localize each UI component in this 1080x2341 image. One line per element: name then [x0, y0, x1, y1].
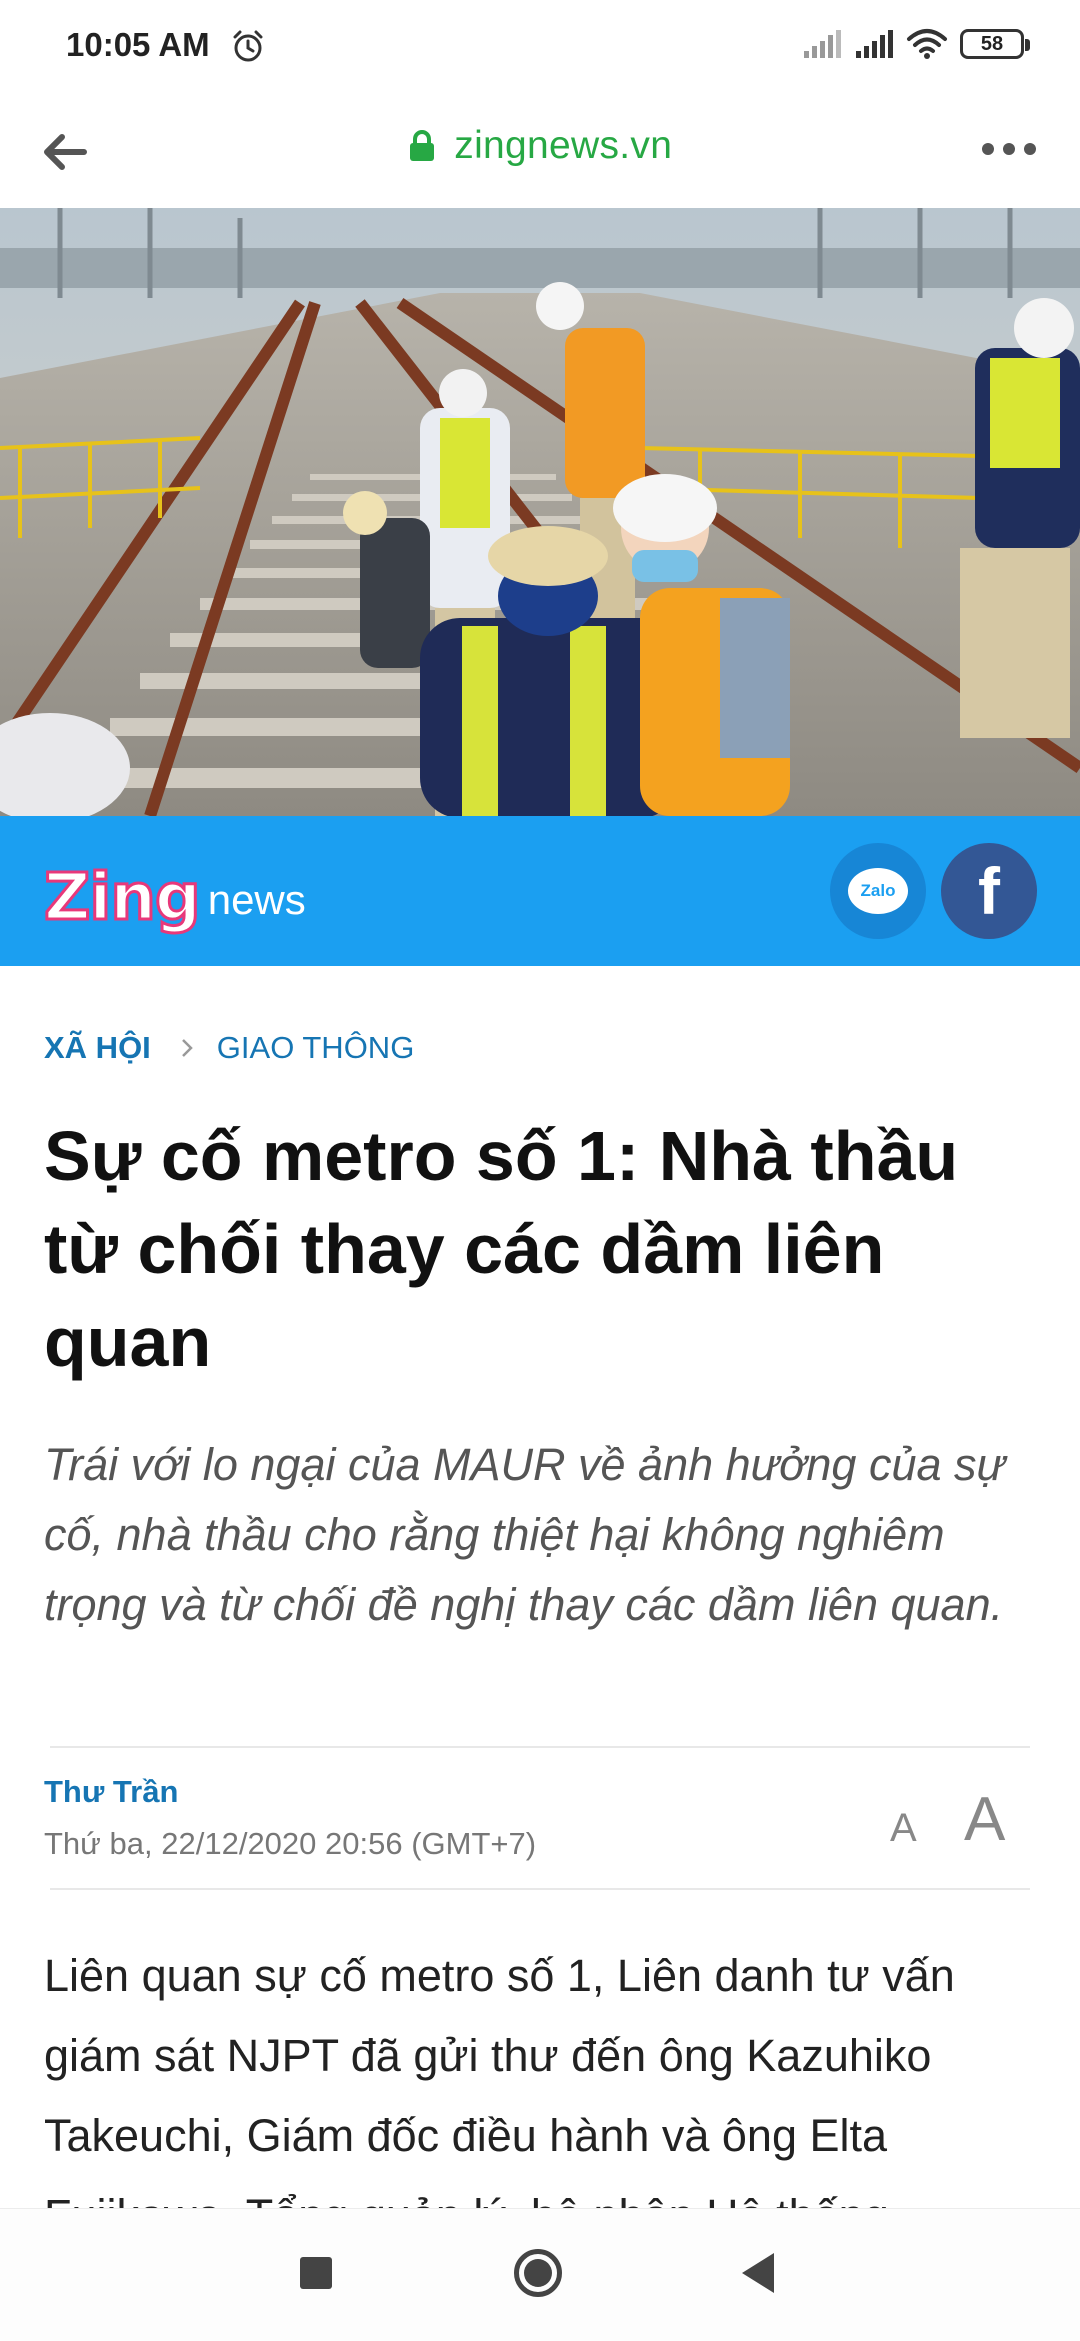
site-banner: Zing news Zalo f	[0, 816, 1080, 966]
divider	[50, 1746, 1030, 1748]
lock-icon	[409, 130, 434, 161]
facebook-share-button[interactable]: f	[941, 843, 1037, 939]
battery-level: 58	[980, 32, 1004, 55]
browser-toolbar: zingnews.vn	[0, 96, 1080, 208]
breadcrumb-category-xa-hoi[interactable]: XÃ HỘI	[44, 1030, 151, 1066]
article-author[interactable]: Thư Trần	[44, 1774, 178, 1810]
home-icon[interactable]	[514, 2249, 562, 2297]
breadcrumb: XÃ HỘI GIAO THÔNG	[44, 1030, 414, 1066]
wifi-icon	[907, 29, 947, 59]
decrease-font-button[interactable]: A	[890, 1806, 917, 1851]
zalo-share-button[interactable]: Zalo	[830, 843, 926, 939]
url-text: zingnews.vn	[454, 124, 673, 167]
address-bar[interactable]: zingnews.vn	[0, 124, 1080, 168]
article-title: Sự cố metro số 1: Nhà thầu từ chối thay …	[44, 1117, 959, 1381]
zing-news-logo[interactable]: Zing news	[43, 856, 306, 935]
article-hero-image	[0, 208, 1080, 816]
chevron-right-icon	[181, 1039, 193, 1057]
metro-workers-photo	[0, 208, 1080, 816]
status-bar: 10:05 AM 58	[0, 0, 1080, 96]
status-icons: 58	[802, 28, 1030, 60]
article-date: Thứ ba, 22/12/2020 20:56 (GMT+7)	[44, 1826, 537, 1861]
more-options-icon[interactable]	[982, 136, 1046, 162]
zalo-icon: Zalo	[848, 868, 908, 914]
article-sapo: Trái với lo ngại của MAUR về ảnh hưởng c…	[44, 1439, 1006, 1630]
logo-zing-text: Zing	[43, 861, 203, 935]
increase-font-button[interactable]: A	[964, 1784, 1005, 1855]
breadcrumb-category-giao-thong[interactable]: GIAO THÔNG	[217, 1030, 415, 1066]
back-triangle-icon[interactable]	[742, 2253, 774, 2293]
battery-icon: 58	[960, 29, 1030, 59]
recent-apps-icon[interactable]	[300, 2257, 332, 2289]
system-navigation-bar	[0, 2208, 1080, 2341]
signal-icon-2	[856, 30, 893, 58]
divider	[50, 1888, 1030, 1890]
facebook-icon: f	[978, 854, 1000, 928]
logo-news-text: news	[207, 876, 306, 923]
zalo-label: Zalo	[860, 881, 896, 900]
alarm-icon	[233, 30, 263, 62]
status-time: 10:05 AM	[66, 26, 210, 63]
signal-icon-1	[804, 30, 841, 58]
